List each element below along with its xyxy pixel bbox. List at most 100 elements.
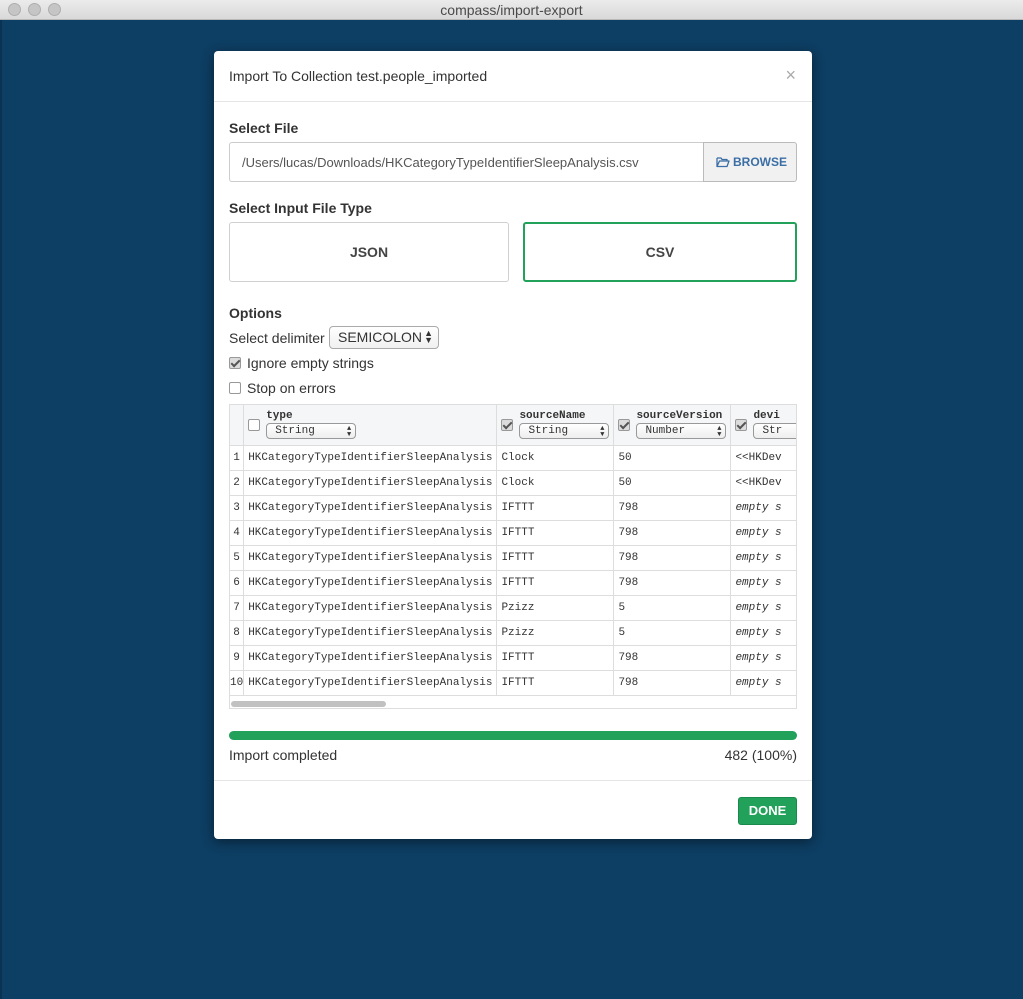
ignore-empty-label: Ignore empty strings <box>247 355 374 371</box>
column-include-checkbox[interactable] <box>735 418 748 431</box>
cell-device: empty s <box>730 495 796 521</box>
row-number: 3 <box>230 495 245 521</box>
cell-type: HKCategoryTypeIdentifierSleepAnalysis <box>243 595 498 621</box>
csv-type-button[interactable]: CSV <box>523 222 797 282</box>
import-status: Import completed <box>229 747 338 763</box>
cell-type: HKCategoryTypeIdentifierSleepAnalysis <box>243 445 498 471</box>
row-number: 2 <box>230 470 245 496</box>
row-number: 5 <box>230 545 245 571</box>
stop-on-errors-label: Stop on errors <box>247 380 336 396</box>
cell-sourcename: Pzizz <box>496 620 615 646</box>
cell-device: empty s <box>730 620 796 646</box>
background-edge <box>0 20 2 999</box>
table-row: 5 HKCategoryTypeIdentifierSleepAnalysis IF… <box>230 545 796 571</box>
table-row: 9 HKCategoryTypeIdentifierSleepAnalysis IF… <box>230 645 796 671</box>
column-type-select[interactable]: Str <box>753 423 796 440</box>
column-header-sourcename: sourceName String ▲ ▼ <box>496 405 615 446</box>
cell-type: HKCategoryTypeIdentifierSleepAnalysis <box>243 520 498 546</box>
cell-sourceversion: 5 <box>613 595 732 621</box>
column-include-checkbox[interactable] <box>618 418 631 431</box>
cell-type: HKCategoryTypeIdentifierSleepAnalysis <box>243 545 498 571</box>
cell-type: HKCategoryTypeIdentifierSleepAnalysis <box>243 495 498 521</box>
cell-device: empty s <box>730 520 796 546</box>
select-arrows-icon: ▲ ▼ <box>717 425 722 440</box>
cell-device: empty s <box>730 570 796 596</box>
column-header-sourceversion: sourceVersion Number ▲ ▼ <box>613 405 732 446</box>
cell-device: empty s <box>730 595 796 621</box>
row-number: 7 <box>230 595 245 621</box>
browse-button[interactable]: BROWSE <box>703 142 797 182</box>
column-type-select[interactable]: String ▲ ▼ <box>519 423 610 440</box>
cell-sourcename: Clock <box>496 470 615 496</box>
column-include-checkbox[interactable] <box>248 418 261 431</box>
table-row: 4 HKCategoryTypeIdentifierSleepAnalysis IF… <box>230 520 796 546</box>
close-icon[interactable]: × <box>785 65 796 86</box>
column-type-select[interactable]: Number ▲ ▼ <box>636 423 727 440</box>
stop-on-errors-option[interactable]: Stop on errors <box>229 380 336 396</box>
cell-device: empty s <box>730 670 796 696</box>
options-label: Options <box>229 305 282 321</box>
cell-sourceversion: 50 <box>613 470 732 496</box>
ignore-empty-option[interactable]: Ignore empty strings <box>229 355 374 371</box>
select-arrows-icon: ▲ ▼ <box>600 425 605 440</box>
modal-footer: DONE <box>214 780 812 839</box>
cell-sourceversion: 798 <box>613 645 732 671</box>
table-body: 1 HKCategoryTypeIdentifierSleepAnalysis Cl… <box>230 445 796 696</box>
cell-type: HKCategoryTypeIdentifierSleepAnalysis <box>243 620 498 646</box>
horizontal-scrollbar[interactable] <box>231 701 386 707</box>
import-modal: Import To Collection test.people_importe… <box>214 51 812 839</box>
row-number: 8 <box>230 620 245 646</box>
cell-sourcename: IFTTT <box>496 520 615 546</box>
progress-bar <box>229 731 797 740</box>
select-arrows-icon: ▲ ▼ <box>347 425 352 440</box>
column-header-device: devi Str <box>730 405 796 446</box>
table-row: 8 HKCategoryTypeIdentifierSleepAnalysis Pz… <box>230 620 796 646</box>
row-number-header <box>230 405 245 446</box>
file-path-input[interactable]: /Users/lucas/Downloads/HKCategoryTypeIde… <box>229 142 703 182</box>
file-type-label: Select Input File Type <box>229 200 372 216</box>
table-row: 6 HKCategoryTypeIdentifierSleepAnalysis IF… <box>230 570 796 596</box>
table-header-row: type String ▲ ▼ sourceName String ▲ ▼ so… <box>230 405 796 446</box>
preview-table: type String ▲ ▼ sourceName String ▲ ▼ so… <box>230 405 796 696</box>
modal-header: Import To Collection test.people_importe… <box>214 51 812 102</box>
cell-type: HKCategoryTypeIdentifierSleepAnalysis <box>243 570 498 596</box>
row-number: 10 <box>230 670 245 696</box>
title-bar: compass/import-export <box>0 0 1023 20</box>
table-row: 7 HKCategoryTypeIdentifierSleepAnalysis Pz… <box>230 595 796 621</box>
column-type-value: String <box>528 425 569 438</box>
column-name: type <box>266 410 293 423</box>
cell-sourceversion: 798 <box>613 545 732 571</box>
column-name: sourceName <box>519 410 586 423</box>
stop-on-errors-checkbox[interactable] <box>229 382 241 394</box>
row-number: 6 <box>230 570 245 596</box>
cell-sourcename: IFTTT <box>496 645 615 671</box>
table-row: 10 HKCategoryTypeIdentifierSleepAnalysis I… <box>230 670 796 696</box>
column-name: sourceVersion <box>636 410 723 423</box>
json-type-button[interactable]: JSON <box>229 222 509 282</box>
ignore-empty-checkbox[interactable] <box>229 357 241 369</box>
row-number: 1 <box>230 445 245 471</box>
preview-table-container[interactable]: type String ▲ ▼ sourceName String ▲ ▼ so… <box>229 404 797 709</box>
column-type-select[interactable]: String ▲ ▼ <box>266 423 357 440</box>
folder-open-icon <box>716 157 730 168</box>
delimiter-select[interactable]: SEMICOLON ▲ ▼ <box>329 326 439 349</box>
table-row: 3 HKCategoryTypeIdentifierSleepAnalysis IF… <box>230 495 796 521</box>
column-header-type: type String ▲ ▼ <box>243 405 498 446</box>
cell-sourcename: IFTTT <box>496 670 615 696</box>
cell-type: HKCategoryTypeIdentifierSleepAnalysis <box>243 470 498 496</box>
cell-sourcename: Pzizz <box>496 595 615 621</box>
cell-device: empty s <box>730 645 796 671</box>
column-type-value: Str <box>762 425 783 438</box>
delimiter-value: SEMICOLON <box>338 329 423 345</box>
done-button[interactable]: DONE <box>738 797 797 825</box>
cell-sourcename: IFTTT <box>496 495 615 521</box>
progress-fill <box>229 731 797 740</box>
cell-device: empty s <box>730 545 796 571</box>
cell-sourcename: Clock <box>496 445 615 471</box>
column-include-checkbox[interactable] <box>501 418 514 431</box>
column-type-value: Number <box>645 425 686 438</box>
cell-sourcename: IFTTT <box>496 570 615 596</box>
cell-sourceversion: 50 <box>613 445 732 471</box>
cell-type: HKCategoryTypeIdentifierSleepAnalysis <box>243 645 498 671</box>
cell-sourcename: IFTTT <box>496 545 615 571</box>
